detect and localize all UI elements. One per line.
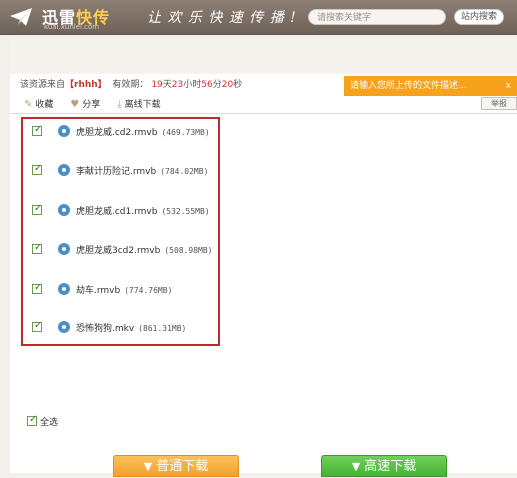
share-button[interactable]: ♥ 分享 bbox=[70, 97, 100, 110]
file-name-text: 恐怖狗狗.mkv bbox=[76, 324, 135, 334]
file-name[interactable]: 劫车.rmvb (774.76MB) bbox=[76, 283, 172, 296]
normal-download-button[interactable]: ▼ 普通下载 bbox=[113, 455, 239, 477]
film-reel-icon bbox=[58, 204, 70, 216]
notice-text: 请输入您所上传的文件描述... bbox=[350, 81, 467, 91]
download-icon: ⤓ bbox=[117, 99, 122, 110]
film-reel-icon bbox=[58, 283, 70, 295]
close-icon[interactable]: x bbox=[506, 76, 511, 96]
paper-plane-icon bbox=[10, 8, 32, 26]
file-size: (784.02MB) bbox=[160, 167, 209, 176]
download-arrow-icon: ▼ bbox=[351, 460, 361, 473]
file-name-text: 虎胆龙威.cd2.rmvb bbox=[76, 128, 158, 138]
film-reel-icon bbox=[58, 243, 70, 255]
file-size: (774.76MB) bbox=[124, 286, 173, 295]
file-name[interactable]: 虎胆龙威.cd1.rmvb (532.55MB) bbox=[76, 204, 210, 217]
check-icon: ✓ bbox=[34, 124, 43, 135]
film-reel-icon bbox=[58, 321, 70, 333]
file-name[interactable]: 虎胆龙威.cd2.rmvb (469.73MB) bbox=[76, 125, 210, 138]
description-notice[interactable]: 请输入您所上传的文件描述... x bbox=[344, 76, 517, 96]
file-name-text: 李献计历险记.rmvb bbox=[76, 167, 157, 177]
top-header: 迅雷快传 kuai.xunlei.com 让 欢 乐 快 速 传 播 ! 请搜索… bbox=[0, 0, 517, 35]
seconds-unit: 秒 bbox=[233, 80, 243, 90]
report-label: 举报 bbox=[491, 99, 507, 108]
file-checkbox[interactable]: ✓ bbox=[32, 282, 43, 294]
normal-download-label: 普通下载 bbox=[156, 459, 209, 474]
select-all-label: 全选 bbox=[40, 418, 59, 428]
report-button[interactable]: 举报 bbox=[481, 97, 517, 110]
heart-icon: ♥ bbox=[70, 99, 80, 110]
favorite-label: 收藏 bbox=[35, 100, 54, 110]
file-checkbox[interactable]: ✓ bbox=[32, 203, 43, 215]
file-name-text: 虎胆龙威3cd2.rmvb bbox=[76, 246, 161, 256]
fast-download-button[interactable]: ▼ 高速下载 bbox=[321, 455, 447, 477]
file-size: (469.73MB) bbox=[161, 128, 210, 137]
favorite-button[interactable]: ✎ 收藏 bbox=[24, 97, 53, 110]
search-input[interactable]: 请搜索关键字 bbox=[308, 9, 446, 25]
validity-label: 有效期： bbox=[112, 80, 149, 90]
check-icon: ✓ bbox=[34, 282, 43, 293]
select-all[interactable]: ✓ 全选 bbox=[27, 414, 59, 428]
file-size: (532.55MB) bbox=[161, 207, 210, 216]
hours-unit: 小时 bbox=[183, 80, 202, 90]
source-prefix: 该资源来自 bbox=[20, 80, 66, 90]
file-checkbox[interactable]: ✓ bbox=[32, 124, 43, 136]
file-name[interactable]: 虎胆龙威3cd2.rmvb (508.98MB) bbox=[76, 243, 213, 256]
file-name-text: 虎胆龙威.cd1.rmvb bbox=[76, 207, 158, 217]
favorite-icon: ✎ bbox=[24, 99, 33, 110]
select-all-checkbox[interactable]: ✓ bbox=[27, 414, 38, 426]
check-icon: ✓ bbox=[34, 242, 43, 253]
offline-label: 离线下载 bbox=[124, 100, 161, 110]
fast-download-label: 高速下载 bbox=[364, 459, 417, 474]
file-checkbox[interactable]: ✓ bbox=[32, 163, 43, 175]
check-icon: ✓ bbox=[34, 203, 43, 214]
share-label: 分享 bbox=[82, 100, 101, 110]
days-unit: 天 bbox=[162, 80, 172, 90]
file-size: (861.31MB) bbox=[138, 324, 187, 333]
minutes-value: 56 bbox=[201, 80, 213, 90]
check-icon: ✓ bbox=[29, 414, 38, 425]
content-topbar bbox=[10, 38, 517, 74]
search-button[interactable]: 站内搜索 bbox=[454, 9, 504, 25]
action-bar: ✎ 收藏 ♥ 分享 ⤓ 离线下载 bbox=[24, 97, 175, 110]
days-value: 19 bbox=[151, 80, 163, 90]
hours-value: 23 bbox=[171, 80, 184, 90]
seconds-value: 20 bbox=[221, 80, 234, 90]
file-list-highlight bbox=[21, 117, 220, 346]
film-reel-icon bbox=[58, 164, 70, 176]
download-arrow-icon: ▼ bbox=[143, 460, 153, 473]
file-size: (508.98MB) bbox=[164, 246, 213, 255]
check-icon: ✓ bbox=[34, 320, 43, 331]
resource-info: 该资源来自【rhhh】 有效期： 19天23小时56分20秒 bbox=[20, 77, 242, 90]
check-icon: ✓ bbox=[34, 163, 43, 174]
film-reel-icon bbox=[58, 125, 70, 137]
brand-url: kuai.xunlei.com bbox=[44, 23, 100, 31]
file-checkbox[interactable]: ✓ bbox=[32, 242, 43, 254]
slogan: 让 欢 乐 快 速 传 播 ! bbox=[147, 10, 297, 26]
offline-download-button[interactable]: ⤓ 离线下载 bbox=[117, 97, 160, 110]
file-name-text: 劫车.rmvb bbox=[76, 286, 121, 296]
file-checkbox[interactable]: ✓ bbox=[32, 320, 43, 332]
file-name[interactable]: 李献计历险记.rmvb (784.02MB) bbox=[76, 164, 208, 177]
minutes-unit: 分 bbox=[212, 80, 222, 90]
file-name[interactable]: 恐怖狗狗.mkv (861.31MB) bbox=[76, 321, 186, 334]
divider bbox=[10, 113, 517, 114]
source-user[interactable]: 【rhhh】 bbox=[65, 80, 107, 90]
